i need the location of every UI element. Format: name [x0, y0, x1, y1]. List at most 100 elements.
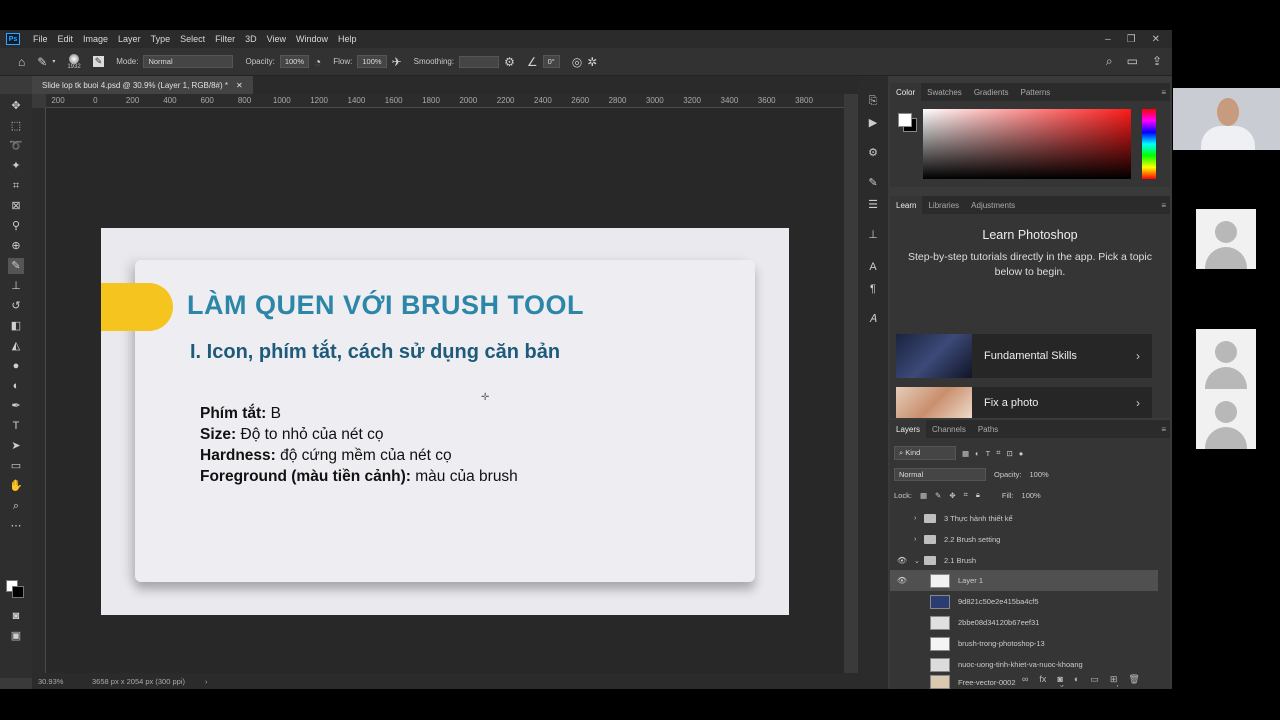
- layer-opacity-value[interactable]: 100%: [1030, 470, 1049, 479]
- tab-swatches[interactable]: Swatches: [921, 83, 968, 101]
- stamp-tool-icon[interactable]: ⊥: [8, 278, 24, 294]
- menu-help[interactable]: Help: [333, 34, 362, 44]
- angle-icon[interactable]: ∠: [527, 55, 538, 69]
- brush-tool-icon-active[interactable]: ✎: [8, 258, 24, 274]
- rectangle-tool-icon[interactable]: ▭: [8, 458, 24, 474]
- layer-row-group[interactable]: › 3 Thực hành thiết kế: [890, 508, 1158, 529]
- add-mask-icon[interactable]: ◙: [1057, 674, 1062, 685]
- foreground-swatch[interactable]: [898, 113, 912, 127]
- properties-panel-icon[interactable]: ⚙: [866, 146, 880, 160]
- tab-gradients[interactable]: Gradients: [968, 83, 1015, 101]
- lock-move-icon[interactable]: ✥: [949, 491, 955, 500]
- brush-settings-icon[interactable]: ✎: [92, 56, 105, 67]
- blend-mode-select[interactable]: Normal: [894, 468, 986, 481]
- layer-row[interactable]: 2bbe08d34120b67eef31: [890, 612, 1158, 633]
- clone-source-icon[interactable]: ⊥: [866, 228, 880, 242]
- filter-pixel-icon[interactable]: ▦: [962, 449, 969, 458]
- menu-filter[interactable]: Filter: [210, 34, 240, 44]
- restore-icon[interactable]: ❐: [1127, 34, 1136, 45]
- tab-color[interactable]: Color: [890, 83, 922, 101]
- eye-icon[interactable]: 👁︎: [896, 576, 908, 585]
- close-tab-icon[interactable]: ✕: [236, 81, 243, 90]
- dodge-tool-icon[interactable]: ◐: [8, 378, 24, 394]
- glyphs-panel-icon[interactable]: 𝐴: [866, 312, 880, 326]
- hand-tool-icon[interactable]: ✋: [8, 478, 24, 494]
- menu-select[interactable]: Select: [175, 34, 210, 44]
- panel-menu-icon[interactable]: ≡: [1161, 201, 1166, 210]
- paragraph-panel-icon[interactable]: ¶: [866, 282, 880, 296]
- fx-icon[interactable]: fx: [1039, 674, 1046, 685]
- tab-channels[interactable]: Channels: [926, 420, 972, 438]
- layer-row-active[interactable]: 👁︎ Layer 1: [890, 570, 1158, 591]
- document-tab[interactable]: Slide lop tk buoi 4.psd @ 30.9% (Layer 1…: [32, 76, 253, 94]
- filter-smart-icon[interactable]: ⊡: [1006, 449, 1012, 458]
- tab-patterns[interactable]: Patterns: [1015, 83, 1057, 101]
- menu-layer[interactable]: Layer: [113, 34, 146, 44]
- lock-paint-icon[interactable]: ✎: [935, 491, 941, 500]
- minimize-icon[interactable]: –: [1105, 34, 1111, 45]
- panel-menu-icon[interactable]: ≡: [1161, 88, 1166, 97]
- history-panel-icon[interactable]: ⎘: [866, 94, 880, 108]
- type-tool-icon[interactable]: T: [8, 418, 24, 434]
- move-tool-icon[interactable]: ✥: [8, 98, 24, 114]
- lock-artboard-icon[interactable]: ⌗: [964, 490, 968, 500]
- menu-view[interactable]: View: [262, 34, 291, 44]
- bucket-tool-icon[interactable]: ◭: [8, 338, 24, 354]
- layer-row-group[interactable]: › 2.2 Brush setting: [890, 529, 1158, 550]
- menu-window[interactable]: Window: [291, 34, 333, 44]
- healing-tool-icon[interactable]: ⊕: [8, 238, 24, 254]
- pressure-size-icon[interactable]: ◎: [572, 55, 582, 69]
- menu-type[interactable]: Type: [146, 34, 176, 44]
- tab-paths[interactable]: Paths: [972, 420, 1004, 438]
- flow-input[interactable]: 100%: [357, 55, 387, 68]
- tab-layers[interactable]: Layers: [890, 420, 927, 438]
- layer-filter-kind-select[interactable]: ⌕ Kind: [894, 446, 956, 460]
- frame-tool-icon[interactable]: ⊠: [8, 198, 24, 214]
- brush-tool-icon[interactable]: ✎: [37, 55, 47, 69]
- more-tools-icon[interactable]: ⋯: [8, 518, 24, 534]
- path-select-tool-icon[interactable]: ➤: [8, 438, 24, 454]
- fill-value[interactable]: 100%: [1022, 491, 1041, 500]
- adjust-panel-icon[interactable]: ☰: [866, 198, 880, 212]
- layer-row[interactable]: 9d821c50e2e415ba4cf5: [890, 591, 1158, 612]
- expand-arrow-icon[interactable]: ›: [914, 536, 916, 543]
- eyedropper-tool-icon[interactable]: ⚲: [8, 218, 24, 234]
- smoothing-input[interactable]: [459, 55, 500, 68]
- actions-play-icon[interactable]: ▶: [866, 116, 880, 130]
- zoom-level[interactable]: 30.93%: [38, 677, 88, 686]
- lock-pixels-icon[interactable]: ▦: [920, 491, 927, 500]
- new-layer-icon[interactable]: ⊞: [1110, 674, 1118, 685]
- zoom-tool-icon[interactable]: ⌕: [8, 498, 24, 514]
- layer-row[interactable]: nuoc-uong-tinh-khiet-va-nuoc-khoang: [890, 654, 1158, 675]
- link-layers-icon[interactable]: ∞: [1022, 674, 1028, 685]
- tab-libraries[interactable]: Libraries: [922, 196, 965, 214]
- crop-tool-icon[interactable]: ⌗: [8, 178, 24, 194]
- lasso-tool-icon[interactable]: ➰: [8, 138, 24, 154]
- hue-slider[interactable]: [1142, 109, 1156, 179]
- screen-mode-icon[interactable]: ▣: [8, 628, 24, 644]
- pressure-opacity-icon[interactable]: ◔: [314, 55, 321, 69]
- mode-select[interactable]: Normal: [143, 55, 234, 68]
- eraser-tool-icon[interactable]: ◧: [8, 318, 24, 334]
- search-icon[interactable]: ⌕: [1106, 54, 1113, 69]
- status-arrow-icon[interactable]: ›: [205, 677, 208, 686]
- workspace-icon[interactable]: ▭: [1127, 54, 1138, 69]
- adjustment-layer-icon[interactable]: ◐: [1074, 674, 1079, 685]
- new-group-icon[interactable]: ▭: [1090, 674, 1099, 685]
- airbrush-icon[interactable]: ✈: [392, 55, 402, 69]
- brush-preset-icon[interactable]: [69, 53, 79, 64]
- marquee-tool-icon[interactable]: ⬚: [8, 118, 24, 134]
- background-color-swatch[interactable]: [12, 586, 24, 598]
- eye-icon[interactable]: 👁︎: [896, 556, 908, 565]
- trash-icon[interactable]: 🗑︎: [1128, 674, 1139, 685]
- panel-menu-icon[interactable]: ≡: [1161, 425, 1166, 434]
- history-brush-tool-icon[interactable]: ↺: [8, 298, 24, 314]
- filter-toggle-icon[interactable]: ●: [1019, 449, 1024, 458]
- tab-adjustments[interactable]: Adjustments: [965, 196, 1021, 214]
- collapse-arrow-icon[interactable]: ⌄: [914, 557, 920, 565]
- share-icon[interactable]: ⇪: [1152, 54, 1162, 69]
- dropdown-icon[interactable]: ▾: [52, 58, 55, 65]
- menu-edit[interactable]: Edit: [53, 34, 79, 44]
- learn-card-fix-a-photo[interactable]: Fix a photo ›: [896, 387, 1152, 418]
- menu-file[interactable]: File: [28, 34, 53, 44]
